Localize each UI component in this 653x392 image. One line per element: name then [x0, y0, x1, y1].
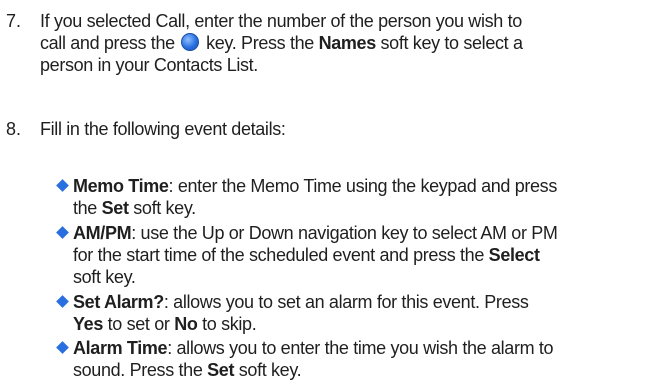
step-number: 7. — [6, 11, 22, 31]
step-8-text: Fill in the following event details: — [40, 119, 286, 139]
diamond-bullet-icon — [56, 179, 69, 192]
diamond-bullet-icon — [56, 341, 69, 354]
step-7-text: If you selected Call, enter the number o… — [40, 10, 645, 76]
manual-page: 7. If you selected Call, enter the numbe… — [0, 0, 653, 392]
names-softkey-label: Names — [318, 33, 377, 53]
step-7-line-2: call and press the key. Press the Names … — [40, 33, 523, 53]
diamond-bullet-icon — [56, 295, 69, 308]
step-number: 8. — [6, 119, 22, 139]
blue-round-key-icon — [181, 33, 200, 51]
step-7-line-1: If you selected Call, enter the number o… — [40, 11, 522, 31]
diamond-bullet-icon — [56, 226, 69, 239]
step-7-line-3: person in your Contacts List. — [40, 55, 258, 75]
